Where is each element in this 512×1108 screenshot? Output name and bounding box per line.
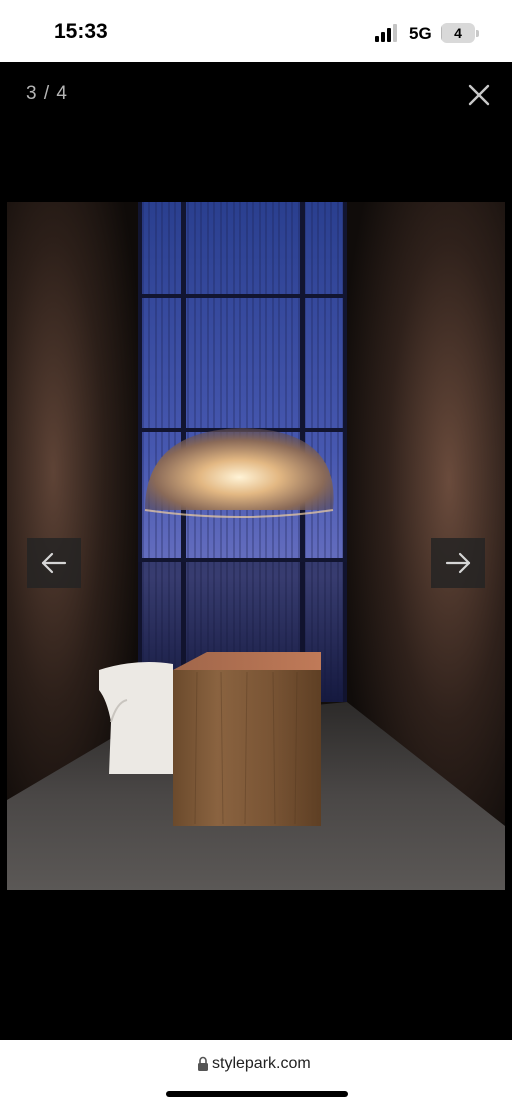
home-indicator[interactable]	[166, 1091, 348, 1097]
signal-bars-icon	[375, 24, 397, 42]
url-text: stylepark.com	[212, 1055, 311, 1072]
image-counter: 3 / 4	[26, 83, 68, 104]
next-image-button[interactable]	[431, 538, 485, 588]
battery-level-label: 4	[454, 25, 462, 41]
status-bar: 15:33 5G 4	[0, 0, 512, 62]
browser-address-bar[interactable]: stylepark.com	[0, 1040, 512, 1108]
network-type: 5G	[409, 24, 432, 43]
arrow-right-icon	[445, 552, 471, 574]
close-icon[interactable]	[466, 82, 492, 108]
previous-image-button[interactable]	[27, 538, 81, 588]
battery-indicator: 4	[441, 23, 475, 43]
arrow-left-icon	[41, 552, 67, 574]
image-viewer: 3 / 4	[0, 62, 512, 1040]
battery-nub	[476, 30, 479, 37]
lock-icon	[198, 1056, 208, 1071]
status-time: 15:33	[54, 20, 108, 43]
